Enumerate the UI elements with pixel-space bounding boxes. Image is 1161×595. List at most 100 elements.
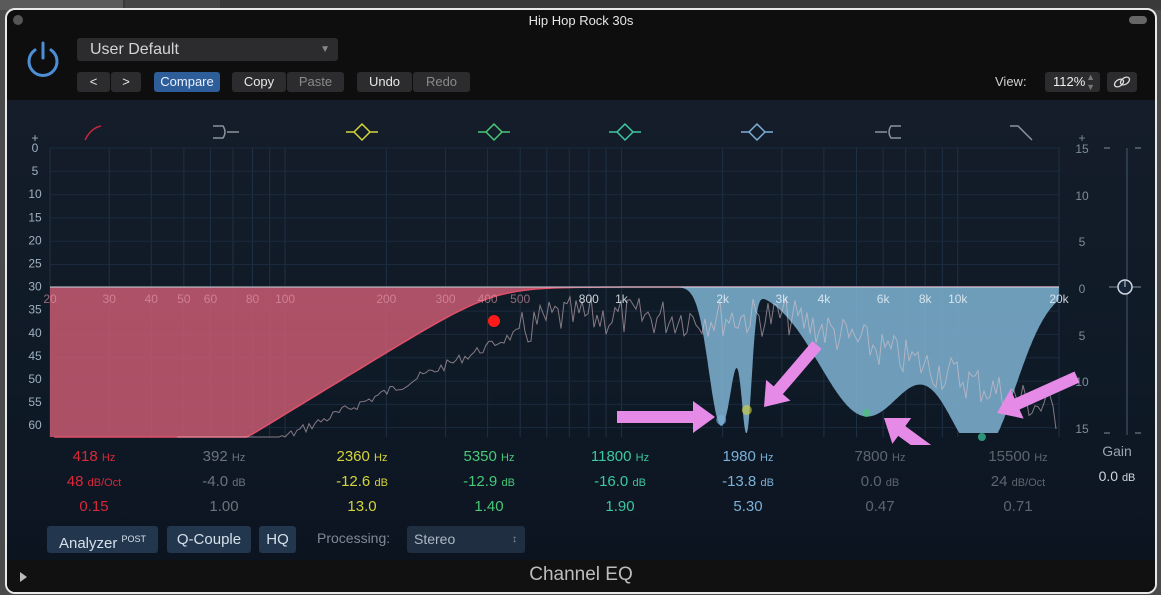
- frequency-label: 30: [103, 292, 117, 306]
- band-params: 392 Hz -4.0 dB 1.00: [159, 445, 289, 518]
- power-icon[interactable]: [24, 40, 62, 78]
- frequency-label: 800: [579, 292, 599, 306]
- band-params: 1980 Hz -13.8 dB 5.30: [683, 445, 813, 518]
- analyzer-button[interactable]: Analyzer POST: [47, 526, 158, 553]
- band-bell-icon[interactable]: [478, 122, 510, 142]
- band-q[interactable]: 5.30: [683, 495, 813, 518]
- copy-button[interactable]: Copy: [232, 72, 286, 92]
- right-scale-label: 15: [1075, 422, 1089, 436]
- band-frequency[interactable]: 5350 Hz: [424, 445, 554, 470]
- band-frequency[interactable]: 2360 Hz: [297, 445, 427, 470]
- frequency-label: 3k: [776, 292, 790, 306]
- view-zoom-select[interactable]: 112% ▲ ▼: [1045, 72, 1100, 92]
- band-params: 7800 Hz 0.0 dB 0.47: [815, 445, 945, 518]
- left-scale-label: 20: [28, 233, 42, 247]
- processing-select[interactable]: Stereo ↕: [407, 526, 525, 553]
- plugin-footer: Channel EQ: [7, 560, 1155, 592]
- plugin-window: Hip Hop Rock 30s User Default ▼ < > Comp…: [5, 8, 1157, 594]
- left-scale-label: 10: [28, 187, 42, 201]
- band-q[interactable]: 0.15: [29, 495, 159, 518]
- left-scale-label: 40: [28, 326, 42, 340]
- band-bell-icon[interactable]: [609, 122, 641, 142]
- link-icon: [1113, 76, 1131, 88]
- title-bar: Hip Hop Rock 30s: [7, 10, 1155, 32]
- left-scale-label: 15: [28, 210, 42, 224]
- band-bell-icon[interactable]: [741, 122, 773, 142]
- band-3-handle[interactable]: [741, 405, 752, 415]
- chevron-down-icon: ▼: [320, 44, 330, 55]
- frequency-label: 8k: [919, 292, 933, 306]
- band-low-shelf-icon[interactable]: [213, 125, 239, 139]
- frequency-label: 40: [145, 292, 159, 306]
- band-q[interactable]: 0.71: [953, 495, 1083, 518]
- undo-button[interactable]: Undo: [357, 72, 412, 92]
- gain-value[interactable]: 0.0 dB: [1087, 468, 1147, 484]
- left-scale-label: 35: [28, 303, 42, 317]
- frequency-label: 500: [510, 292, 530, 306]
- frequency-label: 50: [177, 292, 191, 306]
- band-high-cut-icon[interactable]: [1010, 125, 1033, 141]
- paste-button[interactable]: Paste: [287, 72, 344, 92]
- right-scale-label: 0: [1079, 282, 1086, 296]
- left-scale-label: 25: [28, 257, 42, 271]
- q-couple-button[interactable]: Q-Couple: [167, 526, 251, 553]
- band-q[interactable]: 1.40: [424, 495, 554, 518]
- band-q[interactable]: 1.00: [159, 495, 289, 518]
- eq-graph[interactable]: +051015202530354045505560+1510505101520 3…: [7, 100, 1155, 445]
- band-1-handle[interactable]: [488, 315, 501, 327]
- next-preset-button[interactable]: >: [111, 72, 141, 92]
- band-4-handle[interactable]: [862, 409, 871, 417]
- band-gain[interactable]: 0.0 dB: [815, 470, 945, 495]
- band-6-handle[interactable]: [716, 415, 727, 425]
- band-bell-icon[interactable]: [346, 122, 378, 142]
- band-frequency[interactable]: 392 Hz: [159, 445, 289, 470]
- band-gain[interactable]: -16.0 dB: [555, 470, 685, 495]
- band-frequency[interactable]: 7800 Hz: [815, 445, 945, 470]
- compare-button[interactable]: Compare: [154, 72, 220, 92]
- band-gain[interactable]: 24 dB/Oct: [953, 470, 1083, 495]
- band-params: 15500 Hz 24 dB/Oct 0.71: [953, 445, 1083, 518]
- window-title: Hip Hop Rock 30s: [528, 13, 634, 28]
- band-gain[interactable]: -13.8 dB: [683, 470, 813, 495]
- band-gain[interactable]: 48 dB/Oct: [29, 470, 159, 495]
- band-params: 5350 Hz -12.9 dB 1.40: [424, 445, 554, 518]
- gain-label: Gain: [1102, 443, 1132, 459]
- frequency-label: 400: [478, 292, 498, 306]
- right-scale-label: 15: [1075, 142, 1089, 156]
- band-high-shelf-icon[interactable]: [875, 125, 901, 139]
- view-zoom-value: 112%: [1053, 74, 1086, 89]
- band-frequency[interactable]: 15500 Hz: [953, 445, 1083, 470]
- band-q[interactable]: 13.0: [297, 495, 427, 518]
- left-scale-label: 55: [28, 395, 42, 409]
- redo-button[interactable]: Redo: [413, 72, 470, 92]
- band-frequency[interactable]: 11800 Hz: [555, 445, 685, 470]
- frequency-label: 4k: [818, 292, 832, 306]
- preset-dropdown[interactable]: User Default ▼: [77, 38, 338, 61]
- band-params: 2360 Hz -12.6 dB 13.0: [297, 445, 427, 518]
- band-q[interactable]: 0.47: [815, 495, 945, 518]
- band-gain[interactable]: -12.9 dB: [424, 470, 554, 495]
- left-scale-label: 60: [28, 418, 42, 432]
- band-5-handle[interactable]: [977, 433, 986, 441]
- band-gain[interactable]: -4.0 dB: [159, 470, 289, 495]
- band-frequency[interactable]: 418 Hz: [29, 445, 159, 470]
- frequency-label: 300: [436, 292, 456, 306]
- annotation-arrow: [617, 401, 715, 433]
- frequency-label: 100: [275, 292, 295, 306]
- window-pill-toggle[interactable]: [1129, 16, 1147, 24]
- left-scale-label: 30: [28, 280, 42, 294]
- band-low-cut-icon[interactable]: [84, 125, 102, 141]
- preset-name: User Default: [90, 41, 179, 58]
- view-label: View:: [995, 74, 1027, 89]
- band-frequency[interactable]: 1980 Hz: [683, 445, 813, 470]
- band-q[interactable]: 1.90: [555, 495, 685, 518]
- stepper-icon: ↕: [512, 534, 517, 545]
- band-gain[interactable]: -12.6 dB: [297, 470, 427, 495]
- band-params: 11800 Hz -16.0 dB 1.90: [555, 445, 685, 518]
- frequency-label: 2k: [716, 292, 730, 306]
- gain-number: 0.0: [1098, 468, 1119, 484]
- hq-button[interactable]: HQ: [259, 526, 296, 553]
- frequency-label: 6k: [877, 292, 891, 306]
- link-button[interactable]: [1107, 72, 1137, 92]
- prev-preset-button[interactable]: <: [77, 72, 110, 92]
